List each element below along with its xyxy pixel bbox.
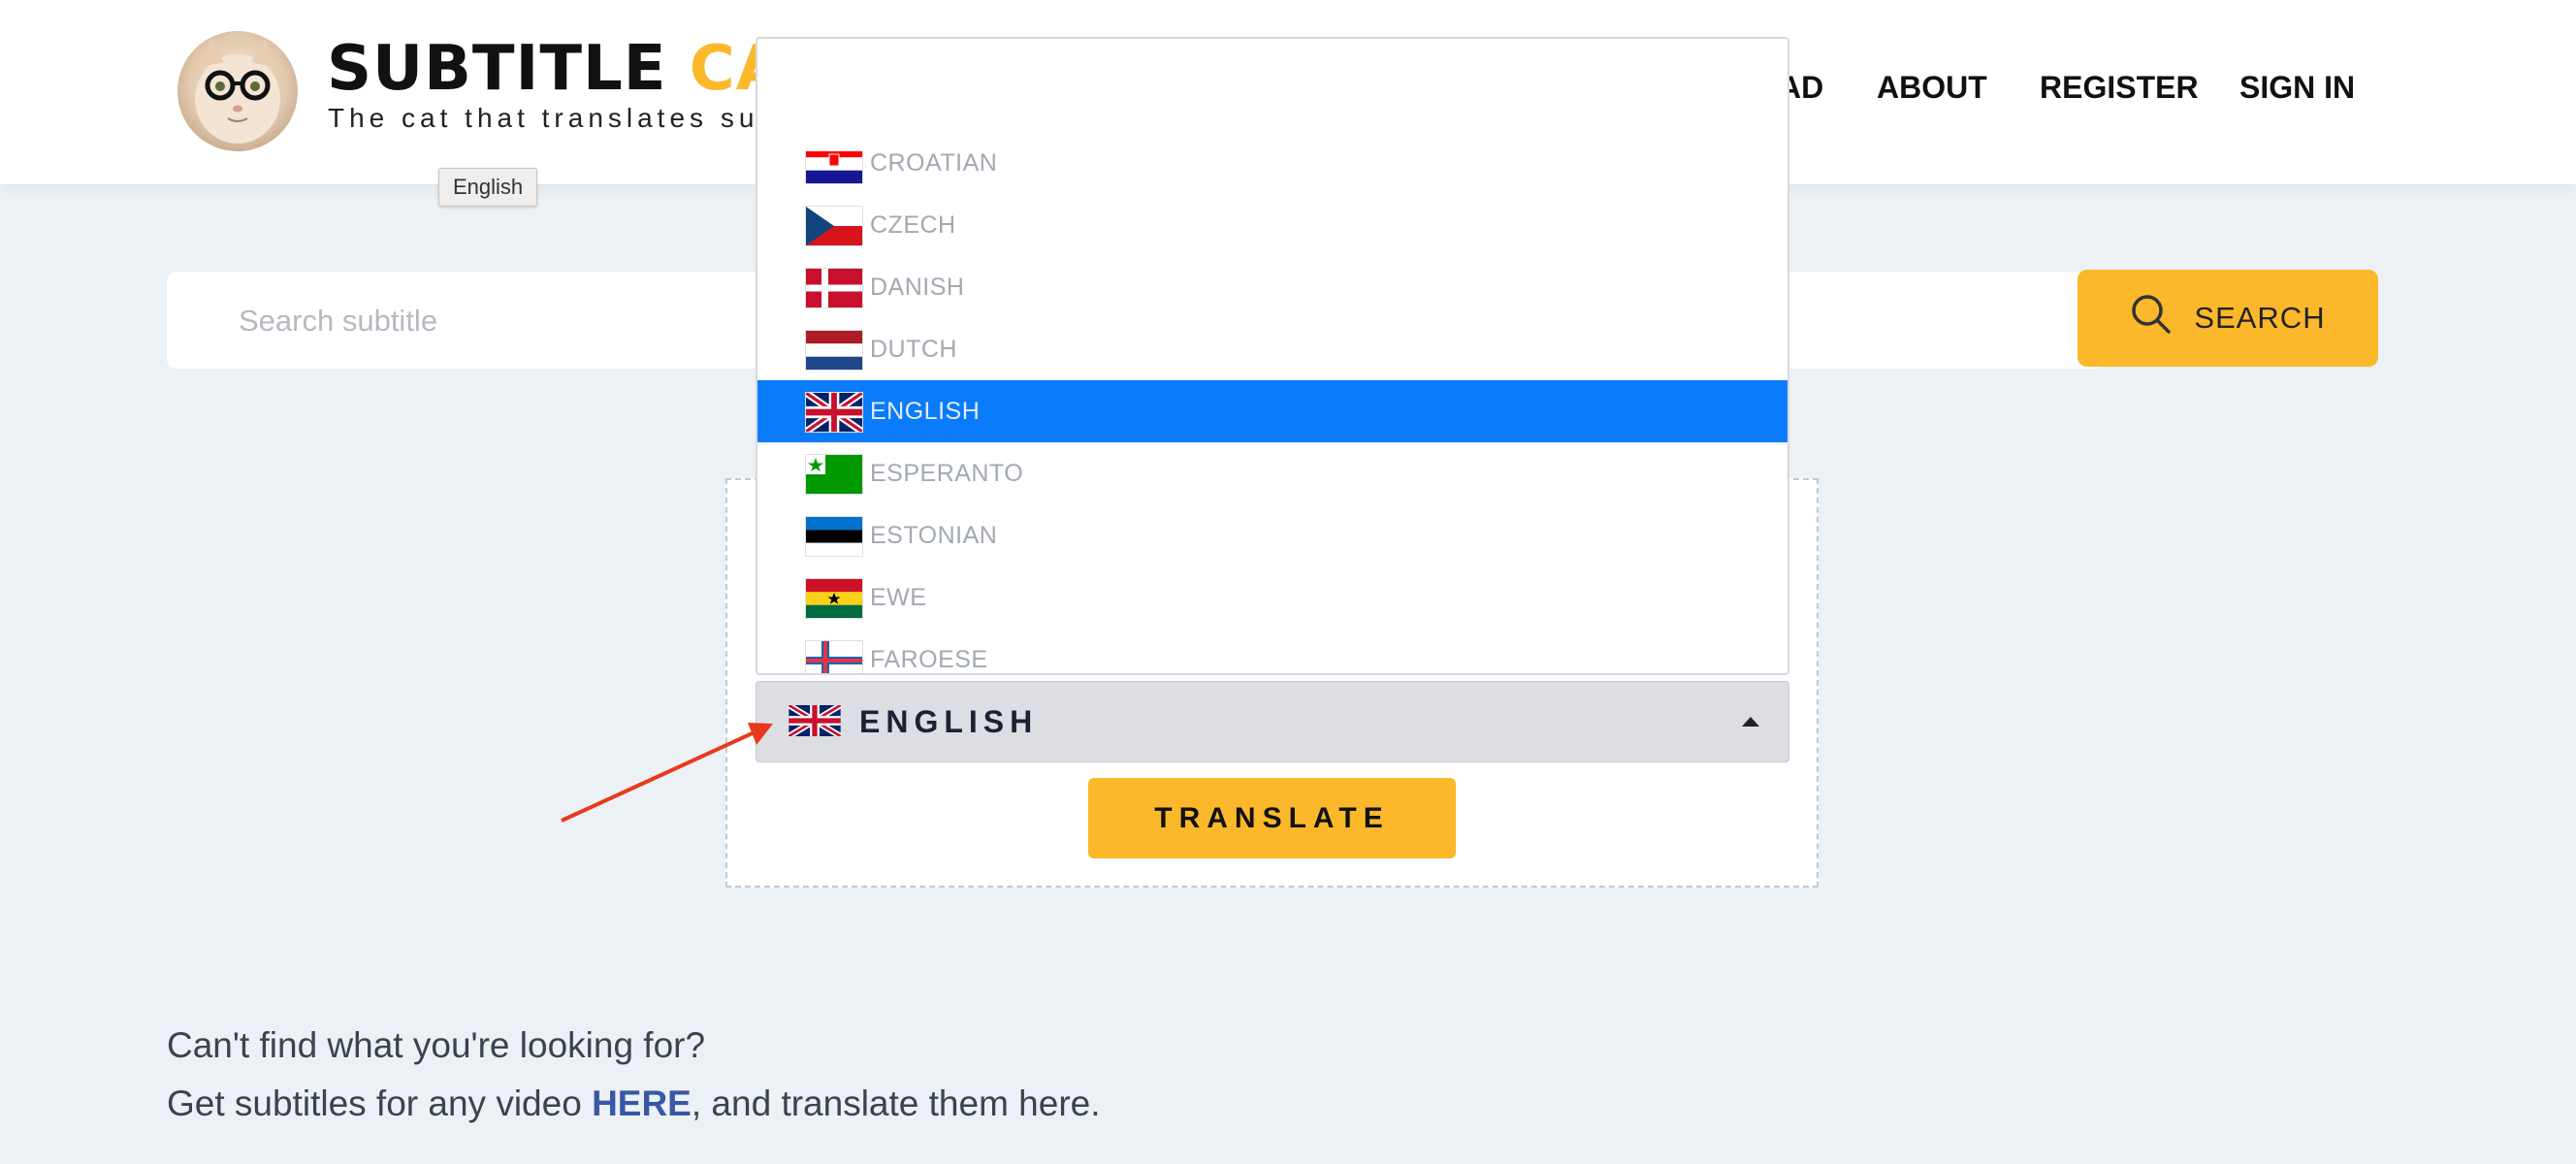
- here-link[interactable]: HERE: [592, 1083, 692, 1123]
- prompt-line-2-prefix: Get subtitles for any video: [167, 1083, 593, 1123]
- missing-subtitle-prompt: Can't find what you're looking for? Get …: [167, 1017, 1101, 1133]
- prompt-line-1: Can't find what you're looking for?: [167, 1025, 706, 1065]
- prompt-line-2-suffix: , and translate them here.: [691, 1083, 1101, 1123]
- annotation-arrow-icon: [561, 723, 773, 823]
- prompt-line-2: Get subtitles for any video HERE, and tr…: [167, 1075, 1101, 1133]
